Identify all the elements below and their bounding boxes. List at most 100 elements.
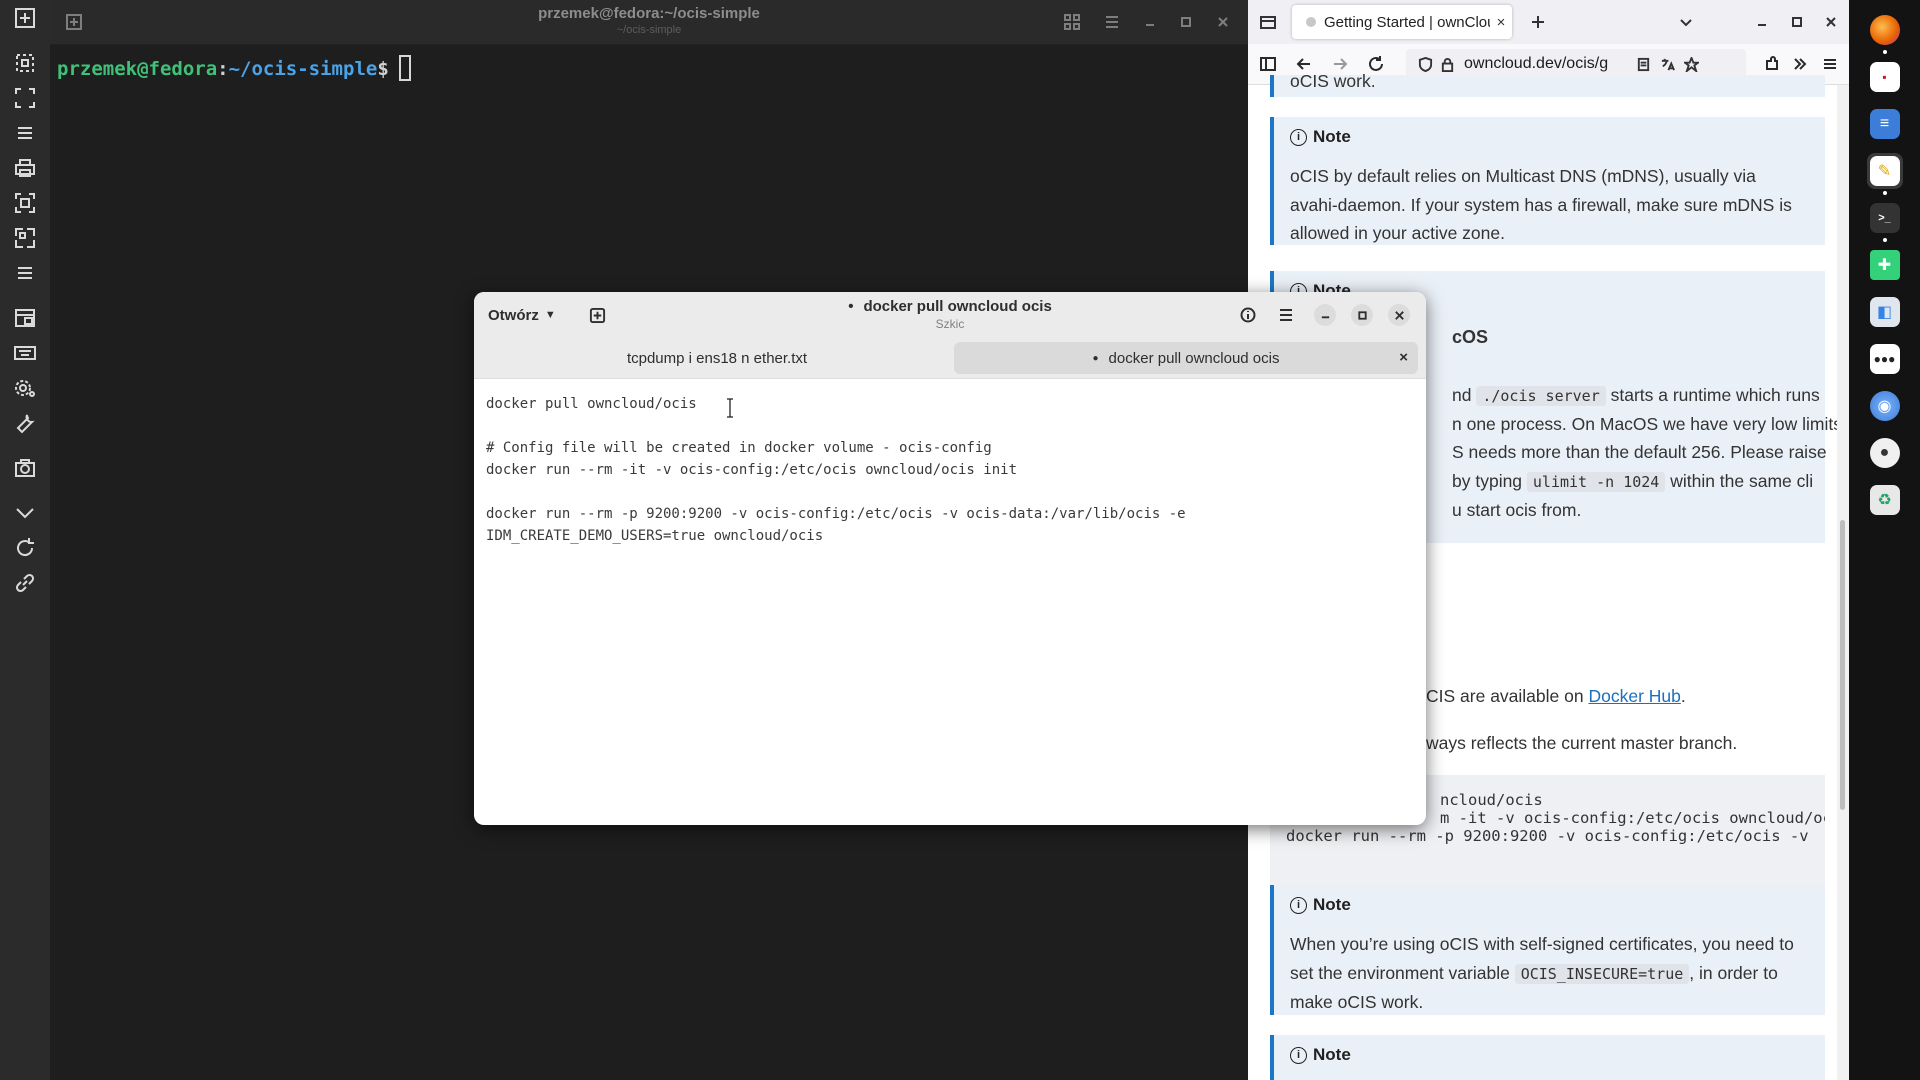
keyboard-icon[interactable] bbox=[8, 336, 42, 370]
minimize-icon[interactable] bbox=[1140, 12, 1160, 32]
editor-minimize-icon[interactable] bbox=[1314, 304, 1336, 326]
docker-hub-line: CIS are available on Docker Hub. bbox=[1426, 686, 1686, 706]
camera-icon[interactable] bbox=[8, 451, 42, 485]
paragraph-line-3: S needs more than the default 256. Pleas… bbox=[1452, 442, 1827, 462]
terminal-cursor bbox=[398, 55, 411, 81]
tab-favicon-icon bbox=[1306, 17, 1316, 27]
bookmark-star-icon[interactable] bbox=[1680, 53, 1702, 75]
dock-text-editor-icon[interactable]: ✎ bbox=[1866, 153, 1903, 195]
grid-view-icon[interactable] bbox=[1062, 12, 1082, 32]
editor-line: docker run --rm -it -v ocis-config:/etc/… bbox=[486, 462, 1018, 478]
paragraph-line-4: by typing ulimit -n 1024 within the same… bbox=[1452, 471, 1814, 492]
menu-icon[interactable] bbox=[8, 116, 42, 150]
note-label: Note bbox=[1313, 895, 1351, 914]
running-indicator bbox=[1882, 50, 1887, 54]
browser-close-icon[interactable] bbox=[1819, 10, 1843, 34]
note-label: Note bbox=[1313, 127, 1351, 146]
prompt-user: przemek@fedora bbox=[57, 58, 218, 80]
note-label: Note bbox=[1313, 1045, 1351, 1064]
settings-icon[interactable] bbox=[8, 371, 42, 405]
link-icon[interactable] bbox=[8, 566, 42, 600]
editor-menu-icon[interactable] bbox=[1275, 304, 1297, 326]
dock-recycle-icon[interactable]: ♻ bbox=[1867, 482, 1903, 518]
translate-icon[interactable] bbox=[1656, 53, 1678, 75]
editor-text-area[interactable]: docker pull owncloud/ocis # Config file … bbox=[474, 379, 1426, 547]
master-branch-line: ways reflects the current master branch. bbox=[1426, 733, 1738, 753]
terminal-output[interactable]: przemek@fedora:~/ocis-simple$ bbox=[50, 45, 1248, 83]
editor-maximize-icon[interactable] bbox=[1351, 304, 1373, 326]
print-icon[interactable] bbox=[8, 151, 42, 185]
more-tools-icon[interactable] bbox=[1788, 52, 1812, 76]
note-box-partial: oCIS work. bbox=[1270, 71, 1825, 97]
dock-terminal-icon[interactable]: >_ bbox=[1867, 200, 1903, 242]
page-scrollbar[interactable] bbox=[1837, 85, 1849, 1080]
prompt-symbol: $ bbox=[377, 58, 389, 80]
document-info-icon[interactable] bbox=[1237, 304, 1259, 326]
hamburger-menu-icon[interactable] bbox=[1102, 12, 1122, 32]
note-box-mdns: i Note oCIS by default relies on Multicas… bbox=[1270, 117, 1825, 245]
macos-heading: cOS bbox=[1452, 327, 1489, 347]
paragraph-line-2: n one process. On MacOS we have very low… bbox=[1452, 414, 1843, 434]
tab-close-icon[interactable]: × bbox=[1490, 14, 1512, 31]
dock-calendar-icon[interactable]: ▪ bbox=[1867, 59, 1903, 95]
docker-hub-link[interactable]: Docker Hub bbox=[1588, 686, 1680, 706]
select-region-icon[interactable] bbox=[8, 46, 42, 80]
code-line-1: ncloud/ocis bbox=[1440, 791, 1543, 809]
shield-icon[interactable] bbox=[1414, 53, 1436, 75]
new-tab-plus-icon[interactable] bbox=[1526, 10, 1550, 34]
dock-document-viewer-icon[interactable]: ≡ bbox=[1867, 106, 1903, 142]
browser-maximize-icon[interactable] bbox=[1785, 10, 1809, 34]
note-heading: i Note bbox=[1290, 895, 1351, 915]
left-toolbar bbox=[0, 0, 51, 1080]
fit-icon[interactable] bbox=[8, 186, 42, 220]
expand-icon[interactable] bbox=[8, 221, 42, 255]
paragraph-line-1: nd ./ocis server starts a runtime which … bbox=[1452, 385, 1820, 406]
refresh-icon[interactable] bbox=[8, 531, 42, 565]
chevron-down-icon[interactable] bbox=[8, 496, 42, 530]
lock-icon[interactable] bbox=[1436, 53, 1458, 75]
window-icon[interactable] bbox=[8, 301, 42, 335]
reader-view-icon[interactable] bbox=[1632, 53, 1654, 75]
tab-overview-icon[interactable] bbox=[1256, 10, 1280, 34]
fullscreen-icon[interactable] bbox=[8, 81, 42, 115]
editor-line: docker pull owncloud/ocis bbox=[486, 396, 697, 412]
tab-close-icon[interactable]: × bbox=[1399, 349, 1408, 366]
note-box-insecure: i Note When you’re using oCIS with self-s… bbox=[1270, 885, 1825, 1015]
list-icon[interactable] bbox=[8, 256, 42, 290]
app-menu-icon[interactable] bbox=[1818, 52, 1842, 76]
maximize-icon[interactable] bbox=[1176, 12, 1196, 32]
dock-firefox-icon[interactable] bbox=[1867, 12, 1903, 54]
wrench-icon[interactable] bbox=[8, 406, 42, 440]
url-text[interactable]: owncloud.dev/ocis/g bbox=[1464, 55, 1624, 73]
editor-tab-bar: tcpdump i ens18 n ether.txt ● docker pul… bbox=[474, 338, 1426, 379]
browser-minimize-icon[interactable] bbox=[1750, 10, 1774, 34]
browser-tab-bar: Getting Started | ownCloud × bbox=[1248, 0, 1849, 44]
dock-apps-grid-icon[interactable]: ●●● bbox=[1867, 341, 1903, 377]
dock-browser-icon[interactable]: ◉ bbox=[1867, 388, 1903, 424]
new-window-icon[interactable] bbox=[8, 1, 42, 35]
tab-title: Getting Started | ownCloud bbox=[1324, 13, 1490, 31]
note-text: When you’re using oCIS with self-signed … bbox=[1290, 934, 1794, 1012]
editor-close-icon[interactable] bbox=[1388, 304, 1410, 326]
browser-tab[interactable]: Getting Started | ownCloud × bbox=[1292, 5, 1512, 39]
note-box-bottom: i Note bbox=[1270, 1035, 1825, 1080]
dock-software-icon[interactable]: ◧ bbox=[1867, 294, 1903, 330]
code-line-2: m -it -v ocis-config:/etc/ocis owncloud/… bbox=[1440, 809, 1825, 827]
extensions-icon[interactable] bbox=[1760, 52, 1784, 76]
close-icon[interactable] bbox=[1213, 12, 1233, 32]
note-text: oCIS by default relies on Multicast DNS … bbox=[1290, 166, 1792, 243]
tab-list-chevron-icon[interactable] bbox=[1674, 10, 1698, 34]
dock-extensions-icon[interactable]: ✚ bbox=[1867, 247, 1903, 283]
sidebar-toggle-icon[interactable] bbox=[1256, 52, 1280, 76]
info-icon: i bbox=[1290, 128, 1307, 146]
running-indicator bbox=[1882, 191, 1887, 195]
editor-tab-tcpdump[interactable]: tcpdump i ens18 n ether.txt bbox=[482, 342, 952, 374]
editor-title-text: docker pull owncloud ocis bbox=[863, 298, 1052, 315]
scrollbar-thumb[interactable] bbox=[1840, 520, 1845, 810]
prompt-colon: : bbox=[217, 58, 229, 80]
dock-disk-icon[interactable]: ● bbox=[1867, 435, 1903, 471]
text-cursor-icon bbox=[727, 398, 733, 418]
running-indicator bbox=[1882, 238, 1887, 242]
editor-tab-docker[interactable]: ● docker pull owncloud ocis × bbox=[954, 342, 1418, 374]
